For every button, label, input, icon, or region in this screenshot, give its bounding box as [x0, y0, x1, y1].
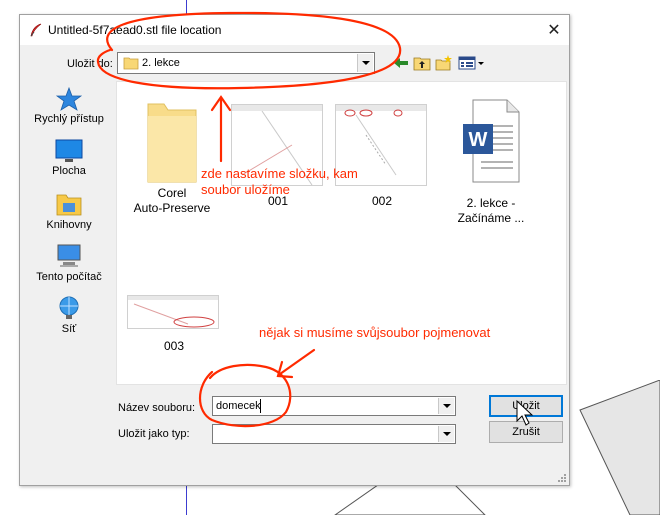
- place-label: Rychlý přístup: [34, 113, 104, 125]
- feather-icon: [30, 23, 42, 37]
- filename-value: domecek: [216, 400, 261, 412]
- filetype-label: Uložit jako typ:: [118, 428, 190, 440]
- chevron-down-icon[interactable]: [357, 54, 373, 72]
- annotation-line: zde nastavíme složku, kam: [201, 166, 358, 181]
- place-label: Tento počítač: [36, 271, 102, 283]
- filename-input[interactable]: domecek: [212, 396, 456, 416]
- chevron-down-icon[interactable]: [438, 426, 454, 442]
- computer-icon: [57, 244, 81, 267]
- file-name-line2: Začínáme ...: [457, 211, 525, 225]
- text-caret: [260, 399, 261, 413]
- save-button-label: Uložit: [512, 400, 540, 412]
- file-item-document[interactable]: W 2. lekce - Začínáme ...: [439, 96, 543, 226]
- file-item-folder[interactable]: Corel Auto-Preserve: [119, 96, 225, 216]
- place-label: Knihovny: [46, 219, 92, 231]
- view-menu-icon[interactable]: [458, 55, 488, 71]
- filename-annotation: nějak si musíme svůjsoubor pojmenovat: [259, 325, 491, 340]
- save-in-dropdown[interactable]: 2. lekce: [117, 52, 375, 74]
- annotation-line: soubor uložíme: [201, 182, 290, 197]
- dialog-title: Untitled-5f7aead0.stl file location: [48, 23, 222, 37]
- file-name: 2. lekce -: [466, 196, 516, 210]
- up-folder-icon[interactable]: [413, 55, 431, 71]
- star-icon: [56, 87, 82, 111]
- place-libraries[interactable]: Knihovny: [28, 191, 110, 231]
- back-icon[interactable]: [392, 55, 410, 71]
- filetype-dropdown[interactable]: [212, 424, 456, 444]
- place-label: Síť: [61, 323, 77, 335]
- close-button[interactable]: ✕: [539, 15, 569, 45]
- filename-label: Název souboru:: [118, 402, 196, 414]
- place-quick-access[interactable]: Rychlý přístup: [28, 87, 110, 125]
- file-name: 003: [163, 339, 185, 353]
- folder-annotation: zde nastavíme složku, kam soubor uložíme: [201, 166, 358, 198]
- chevron-down-icon[interactable]: [438, 398, 454, 414]
- svg-text:W: W: [469, 129, 488, 151]
- libraries-icon: [56, 194, 82, 216]
- desktop-icon: [55, 139, 83, 162]
- places-bar: Rychlý přístup Plocha Knihovny Tento poč…: [28, 81, 110, 381]
- cancel-button-label: Zrušit: [512, 426, 540, 438]
- cancel-button[interactable]: Zrušit: [489, 421, 563, 443]
- dialog-titlebar: Untitled-5f7aead0.stl file location ✕: [20, 15, 569, 45]
- save-in-value: 2. lekce: [142, 57, 180, 69]
- close-icon: ✕: [547, 22, 561, 39]
- folder-icon: [123, 57, 139, 70]
- file-item-image[interactable]: 003: [127, 295, 221, 354]
- word-document-icon: W: [463, 99, 520, 183]
- resize-grip[interactable]: [555, 471, 567, 483]
- image-thumbnail: [127, 295, 219, 329]
- file-name-line2: Auto-Preserve: [133, 201, 211, 215]
- new-folder-icon[interactable]: [435, 55, 453, 71]
- place-network[interactable]: Síť: [28, 295, 110, 335]
- save-in-label: Uložit do:: [67, 58, 113, 70]
- folder-icon: [147, 103, 197, 183]
- place-this-pc[interactable]: Tento počítač: [28, 243, 110, 283]
- place-label: Plocha: [52, 165, 86, 177]
- save-button[interactable]: Uložit: [489, 395, 563, 417]
- save-file-dialog: Untitled-5f7aead0.stl file location ✕ Ul…: [19, 14, 570, 486]
- place-desktop[interactable]: Plocha: [28, 139, 110, 177]
- network-icon: [59, 296, 79, 319]
